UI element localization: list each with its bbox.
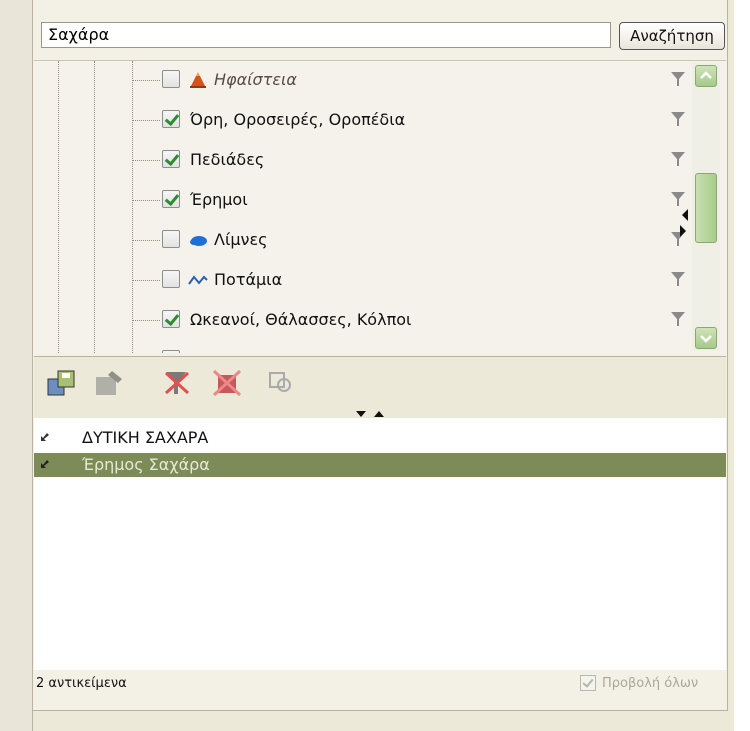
volcano-icon (190, 72, 206, 88)
show-all-toggle[interactable]: Προβολή όλων (580, 674, 716, 694)
result-item[interactable]: ΔΥΤΙΚΗ ΣΑΧΑΡΑ (34, 426, 726, 450)
tree-item-deserts[interactable]: Έρημοι (132, 183, 662, 217)
river-icon (188, 275, 208, 285)
app-window: Αναζήτηση Ηφαίστεια Όρη, Οροσ (0, 0, 750, 731)
scroll-up-button[interactable] (695, 65, 717, 87)
tree-connector (132, 160, 160, 161)
tree-item-lakes[interactable]: Λίμνες (132, 223, 662, 257)
tree-item-label: Ωκεανοί, Θάλασσες, Κόλποι (190, 310, 412, 329)
tree-connector (132, 320, 160, 321)
checkbox-volcanoes[interactable] (162, 70, 180, 88)
tree-connector (132, 200, 160, 201)
lake-icon (190, 236, 207, 246)
edit-icon (96, 371, 122, 395)
scroll-thumb[interactable] (695, 173, 717, 243)
tree-item-partial (132, 343, 662, 353)
checkbox-mountains[interactable] (162, 110, 180, 128)
goto-arrow-icon (41, 433, 49, 441)
results-list: ΔΥΤΙΚΗ ΣΑΧΑΡΑ Έρημος Σαχάρα (34, 418, 726, 670)
checkbox-partial (162, 350, 180, 353)
chevron-up-icon (700, 71, 712, 79)
tree-item-label: Λίμνες (214, 230, 268, 249)
left-gutter (0, 0, 33, 731)
checkbox-plains[interactable] (162, 150, 180, 168)
result-label: ΔΥΤΙΚΗ ΣΑΧΑΡΑ (82, 428, 209, 447)
filter-icon[interactable] (670, 151, 686, 167)
tree-connector (132, 80, 160, 81)
result-label: Έρημος Σαχάρα (82, 455, 210, 474)
show-all-label: Προβολή όλων (602, 676, 699, 691)
tree-item-label: Έρημοι (190, 190, 248, 209)
tree-guide-line (58, 61, 59, 353)
search-input[interactable] (41, 22, 611, 48)
checkbox-oceans[interactable] (162, 310, 180, 328)
collapse-arrows-icon[interactable] (680, 209, 688, 239)
tree-item-volcanoes[interactable]: Ηφαίστεια (132, 63, 662, 97)
tree-connector (132, 280, 160, 281)
filter-icon[interactable] (670, 271, 686, 287)
chevron-down-icon (700, 335, 712, 343)
tree-item-oceans[interactable]: Ωκεανοί, Θάλασσες, Κόλποι (132, 303, 662, 337)
search-panel: Αναζήτηση Ηφαίστεια Όρη, Οροσ (32, 0, 728, 711)
filter-icon[interactable] (670, 311, 686, 327)
result-item-selected[interactable]: Έρημος Σαχάρα (34, 453, 726, 477)
show-all-checkbox[interactable] (580, 675, 596, 691)
checkbox-lakes[interactable] (162, 230, 180, 248)
checkbox-rivers[interactable] (162, 270, 180, 288)
goto-arrow-icon (41, 460, 49, 468)
zoom-to-icon (269, 372, 291, 392)
tree-item-label: Ποτάμια (214, 270, 283, 289)
tree-guide-line (94, 61, 95, 353)
scroll-down-button[interactable] (695, 327, 717, 349)
save-results-icon[interactable] (46, 369, 78, 397)
remove-layer-icon[interactable] (212, 369, 244, 397)
category-tree: Ηφαίστεια Όρη, Οροσειρές, Οροπέδια Πεδιά… (34, 60, 726, 353)
filter-icon[interactable] (670, 111, 686, 127)
tree-item-plains[interactable]: Πεδιάδες (132, 143, 662, 177)
results-toolbar (34, 356, 726, 419)
clear-filter-icon[interactable] (162, 369, 194, 397)
filter-icon[interactable] (670, 191, 686, 207)
checkbox-deserts[interactable] (162, 190, 180, 208)
tree-item-rivers[interactable]: Ποτάμια (132, 263, 662, 297)
tree-item-label: Πεδιάδες (190, 150, 265, 169)
status-bar: 2 αντικείμενα Προβολή όλων (34, 670, 726, 700)
tree-connector (132, 120, 160, 121)
tree-scrollbar[interactable] (692, 63, 720, 351)
right-gutter (734, 0, 750, 731)
search-row: Αναζήτηση (41, 22, 725, 50)
result-count: 2 αντικείμενα (36, 676, 127, 691)
search-button[interactable]: Αναζήτηση (619, 22, 725, 50)
tree-connector (132, 240, 160, 241)
tree-item-label: Ηφαίστεια (214, 70, 297, 89)
tree-item-label: Όρη, Οροσειρές, Οροπέδια (190, 110, 406, 129)
tree-item-mountains[interactable]: Όρη, Οροσειρές, Οροπέδια (132, 103, 662, 137)
filter-icon[interactable] (670, 71, 686, 87)
